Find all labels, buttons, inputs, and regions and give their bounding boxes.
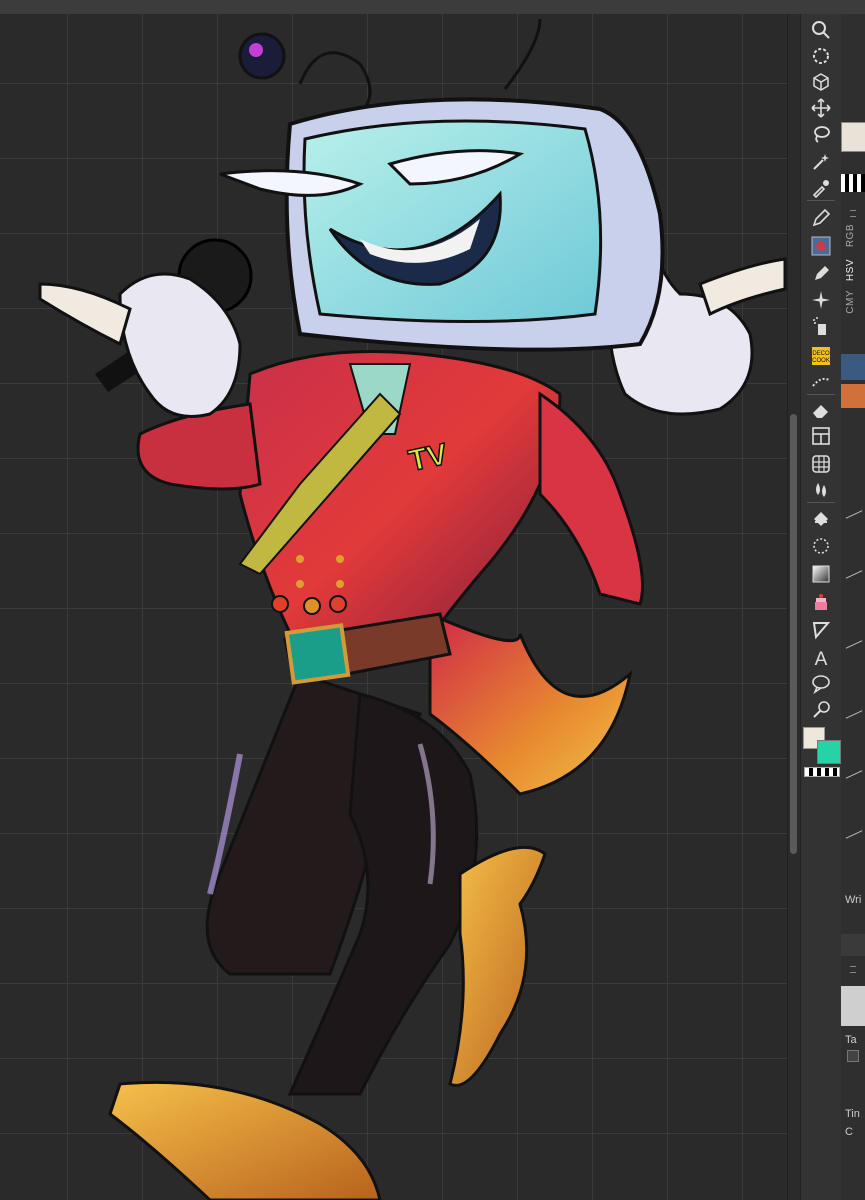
- pen-tool-icon[interactable]: [807, 206, 835, 230]
- ellipse-select-icon[interactable]: [807, 534, 835, 558]
- character-illustration: TV: [38, 18, 787, 1200]
- move-layer-icon[interactable]: [807, 96, 835, 120]
- transparency-preview: [841, 174, 865, 192]
- layer-thumb-1[interactable]: [841, 354, 865, 380]
- layer-preview[interactable]: [841, 986, 865, 1026]
- panel-label-tin: Tin: [845, 1108, 860, 1120]
- front-boot: [108, 1080, 382, 1200]
- sub-color-swatch[interactable]: [817, 740, 841, 764]
- layer-thumb-2[interactable]: [841, 384, 865, 408]
- marker-tool-icon[interactable]: [807, 262, 835, 286]
- antenna-right: [503, 18, 542, 90]
- toolbar-separator: [807, 200, 835, 201]
- blend-drops-icon[interactable]: [807, 478, 835, 502]
- antenna-ball: [238, 32, 286, 80]
- antenna-ball-highlight: [249, 43, 263, 57]
- toolbar-separator: [807, 394, 835, 395]
- tab-cmy[interactable]: CMY: [845, 290, 856, 314]
- right-sleeve: [538, 391, 644, 606]
- transparent-color-swatch[interactable]: [804, 767, 840, 777]
- collapse-toggle[interactable]: [847, 1050, 859, 1062]
- belt-buckle: [284, 623, 351, 685]
- blend-tool-icon[interactable]: [807, 370, 835, 394]
- right-panel: RGB HSV CMY Wri Ta Tin C: [841, 14, 865, 1200]
- drawing-canvas[interactable]: TV: [0, 14, 787, 1200]
- tool-palette: DECO COOK A: [800, 14, 842, 1200]
- panel-grip-2[interactable]: [850, 966, 856, 973]
- rotate-view-icon[interactable]: [807, 44, 835, 68]
- app-window: TV DECO COOK A RGB HSV CMY Wri Ta Tin C: [0, 0, 865, 1200]
- brush-preset-thumbnail[interactable]: [807, 234, 835, 258]
- fill-bucket-icon[interactable]: [807, 508, 835, 532]
- back-boot: [448, 845, 547, 1087]
- menu-strip: [0, 0, 865, 15]
- color-preview[interactable]: [841, 122, 865, 152]
- panel-label-wri: Wri: [845, 894, 862, 906]
- scrollbar-thumb[interactable]: [790, 414, 797, 854]
- pointing-finger-left: [38, 282, 132, 347]
- tab-hsv[interactable]: HSV: [845, 259, 856, 281]
- gradient-tool-icon[interactable]: [807, 562, 835, 586]
- tab-rgb[interactable]: RGB: [845, 224, 856, 247]
- figure-tool-icon[interactable]: [807, 618, 835, 642]
- pointing-finger-right: [698, 257, 787, 317]
- zoom-tool-icon[interactable]: [807, 18, 835, 42]
- panel-label-c: C: [845, 1126, 853, 1138]
- panel-grip[interactable]: [850, 210, 856, 217]
- toolbar-separator: [807, 502, 835, 503]
- cake-tool-icon[interactable]: [807, 590, 835, 614]
- panel-label-ta: Ta: [845, 1034, 857, 1046]
- eraser-icon[interactable]: [807, 398, 835, 422]
- magic-wand-icon[interactable]: [807, 150, 835, 174]
- airbrush-icon[interactable]: [807, 314, 835, 338]
- text-tool-icon[interactable]: A: [807, 646, 835, 670]
- sparkle-brush-icon[interactable]: [807, 288, 835, 312]
- svg-text:A: A: [815, 649, 828, 668]
- ruler-tool-icon[interactable]: [807, 452, 835, 476]
- svg-text:COOK: COOK: [812, 358, 830, 364]
- lasso-select-icon[interactable]: [807, 122, 835, 146]
- frame-border-icon[interactable]: [807, 424, 835, 448]
- balloon-tool-icon[interactable]: [807, 672, 835, 696]
- antenna: [298, 51, 372, 116]
- eyedropper-icon[interactable]: [807, 176, 835, 200]
- svg-text:DECO: DECO: [812, 351, 830, 357]
- canvas-vertical-scrollbar[interactable]: [787, 14, 800, 1200]
- object-select-icon[interactable]: [807, 70, 835, 94]
- correct-line-icon[interactable]: [807, 698, 835, 722]
- decoration-tool-icon[interactable]: DECO COOK: [807, 344, 835, 368]
